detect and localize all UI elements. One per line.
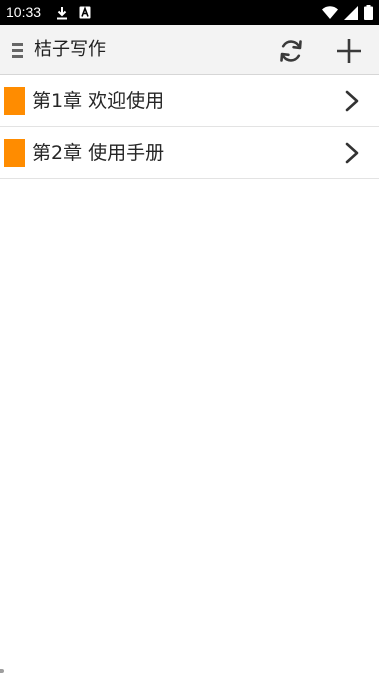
drag-handle-icon[interactable] xyxy=(12,43,23,59)
status-time: 10:33 xyxy=(6,4,42,20)
chapter-marker xyxy=(4,87,25,115)
wifi-icon xyxy=(322,6,338,19)
chapter-marker xyxy=(4,139,25,167)
edge-handle xyxy=(0,669,4,673)
chapter-row[interactable]: 第2章 使用手册 xyxy=(0,127,379,179)
chevron-right-icon xyxy=(344,142,360,164)
chapter-row[interactable]: 第1章 欢迎使用 xyxy=(0,75,379,127)
chapter-list: 第1章 欢迎使用 第2章 使用手册 xyxy=(0,75,379,179)
chapter-title: 第2章 使用手册 xyxy=(32,142,165,164)
chevron-right-icon xyxy=(344,90,360,112)
refresh-button[interactable] xyxy=(276,36,306,66)
app-bar: 桔子写作 xyxy=(0,25,379,75)
status-notification-icons xyxy=(56,5,91,20)
add-icon xyxy=(337,39,361,63)
status-bar: 10:33 xyxy=(0,0,379,25)
chapter-title: 第1章 欢迎使用 xyxy=(32,90,165,112)
status-system-icons xyxy=(322,5,373,20)
battery-icon xyxy=(364,5,373,20)
add-chapter-button[interactable] xyxy=(334,36,364,66)
download-icon xyxy=(56,6,68,20)
app-title: 桔子写作 xyxy=(34,39,106,60)
signal-icon xyxy=(344,5,358,20)
keyboard-a-icon xyxy=(79,6,91,19)
refresh-icon xyxy=(280,40,302,62)
